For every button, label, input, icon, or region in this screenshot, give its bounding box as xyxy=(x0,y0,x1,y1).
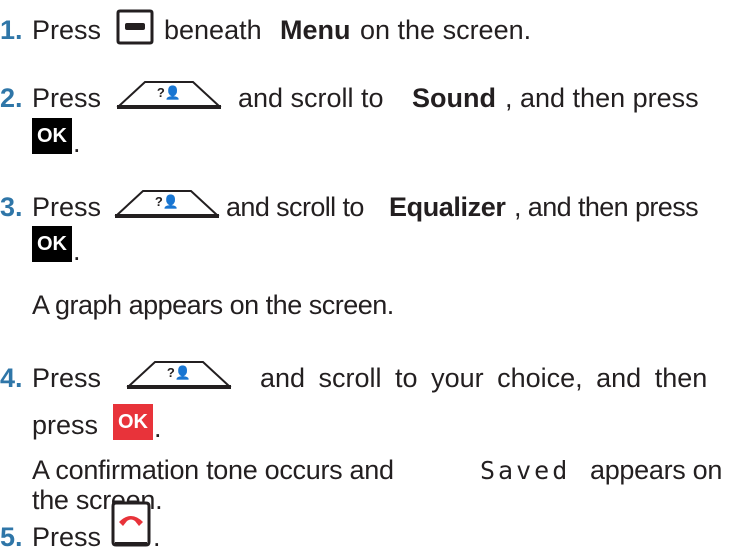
period: . xyxy=(73,236,81,266)
period: . xyxy=(153,522,161,552)
navigation-key-icon: ?👤 xyxy=(116,81,222,109)
step-text: , and then press xyxy=(514,192,699,222)
svg-text:?👤: ?👤 xyxy=(167,365,191,380)
step-number: 2. xyxy=(0,83,23,113)
step-number: 4. xyxy=(0,363,23,393)
step-note: A graph appears on the screen. xyxy=(32,290,394,320)
step-bold-text: Sound xyxy=(412,83,496,113)
step-text: beneath xyxy=(164,15,262,45)
step-text: Press xyxy=(32,83,102,113)
navigation-key-icon: ?👤 xyxy=(114,190,220,218)
step-number: 1. xyxy=(0,15,23,45)
step-text: , and then press xyxy=(505,83,699,113)
step-bold-text: Menu xyxy=(280,15,351,45)
instructions-page: { "steps": [ { "number": "1.", "pre": "P… xyxy=(0,0,756,552)
step-text: on the screen. xyxy=(360,15,532,45)
step-text: and scroll to xyxy=(238,83,384,113)
period: . xyxy=(73,128,81,158)
step-number: 3. xyxy=(0,192,23,222)
ok-key-icon: OK xyxy=(113,404,153,440)
step-bold-text: Equalizer xyxy=(389,192,506,222)
step-text: Press xyxy=(32,15,102,45)
step-text: and scroll to xyxy=(226,192,364,222)
navigation-key-icon: ?👤 xyxy=(126,361,232,389)
svg-text:?👤: ?👤 xyxy=(155,194,179,209)
step-text: press xyxy=(32,410,99,440)
menu-softkey-icon xyxy=(116,9,154,45)
step-text: Press xyxy=(32,522,102,552)
svg-text:?👤: ?👤 xyxy=(157,85,181,100)
ok-key-icon: OK xyxy=(32,118,72,154)
step-number: 5. xyxy=(0,522,23,552)
period: . xyxy=(154,413,162,443)
end-call-key-icon xyxy=(111,501,151,547)
step-text: Press xyxy=(32,363,102,393)
step-text: Press xyxy=(32,192,102,222)
ok-key-icon: OK xyxy=(32,226,72,262)
step-note: A confirmation tone occurs and xyxy=(32,455,394,485)
saved-display-text: Saved xyxy=(480,456,571,485)
step-text: and scroll to your choice, and then xyxy=(260,363,708,393)
step-note: appears on xyxy=(590,455,723,485)
